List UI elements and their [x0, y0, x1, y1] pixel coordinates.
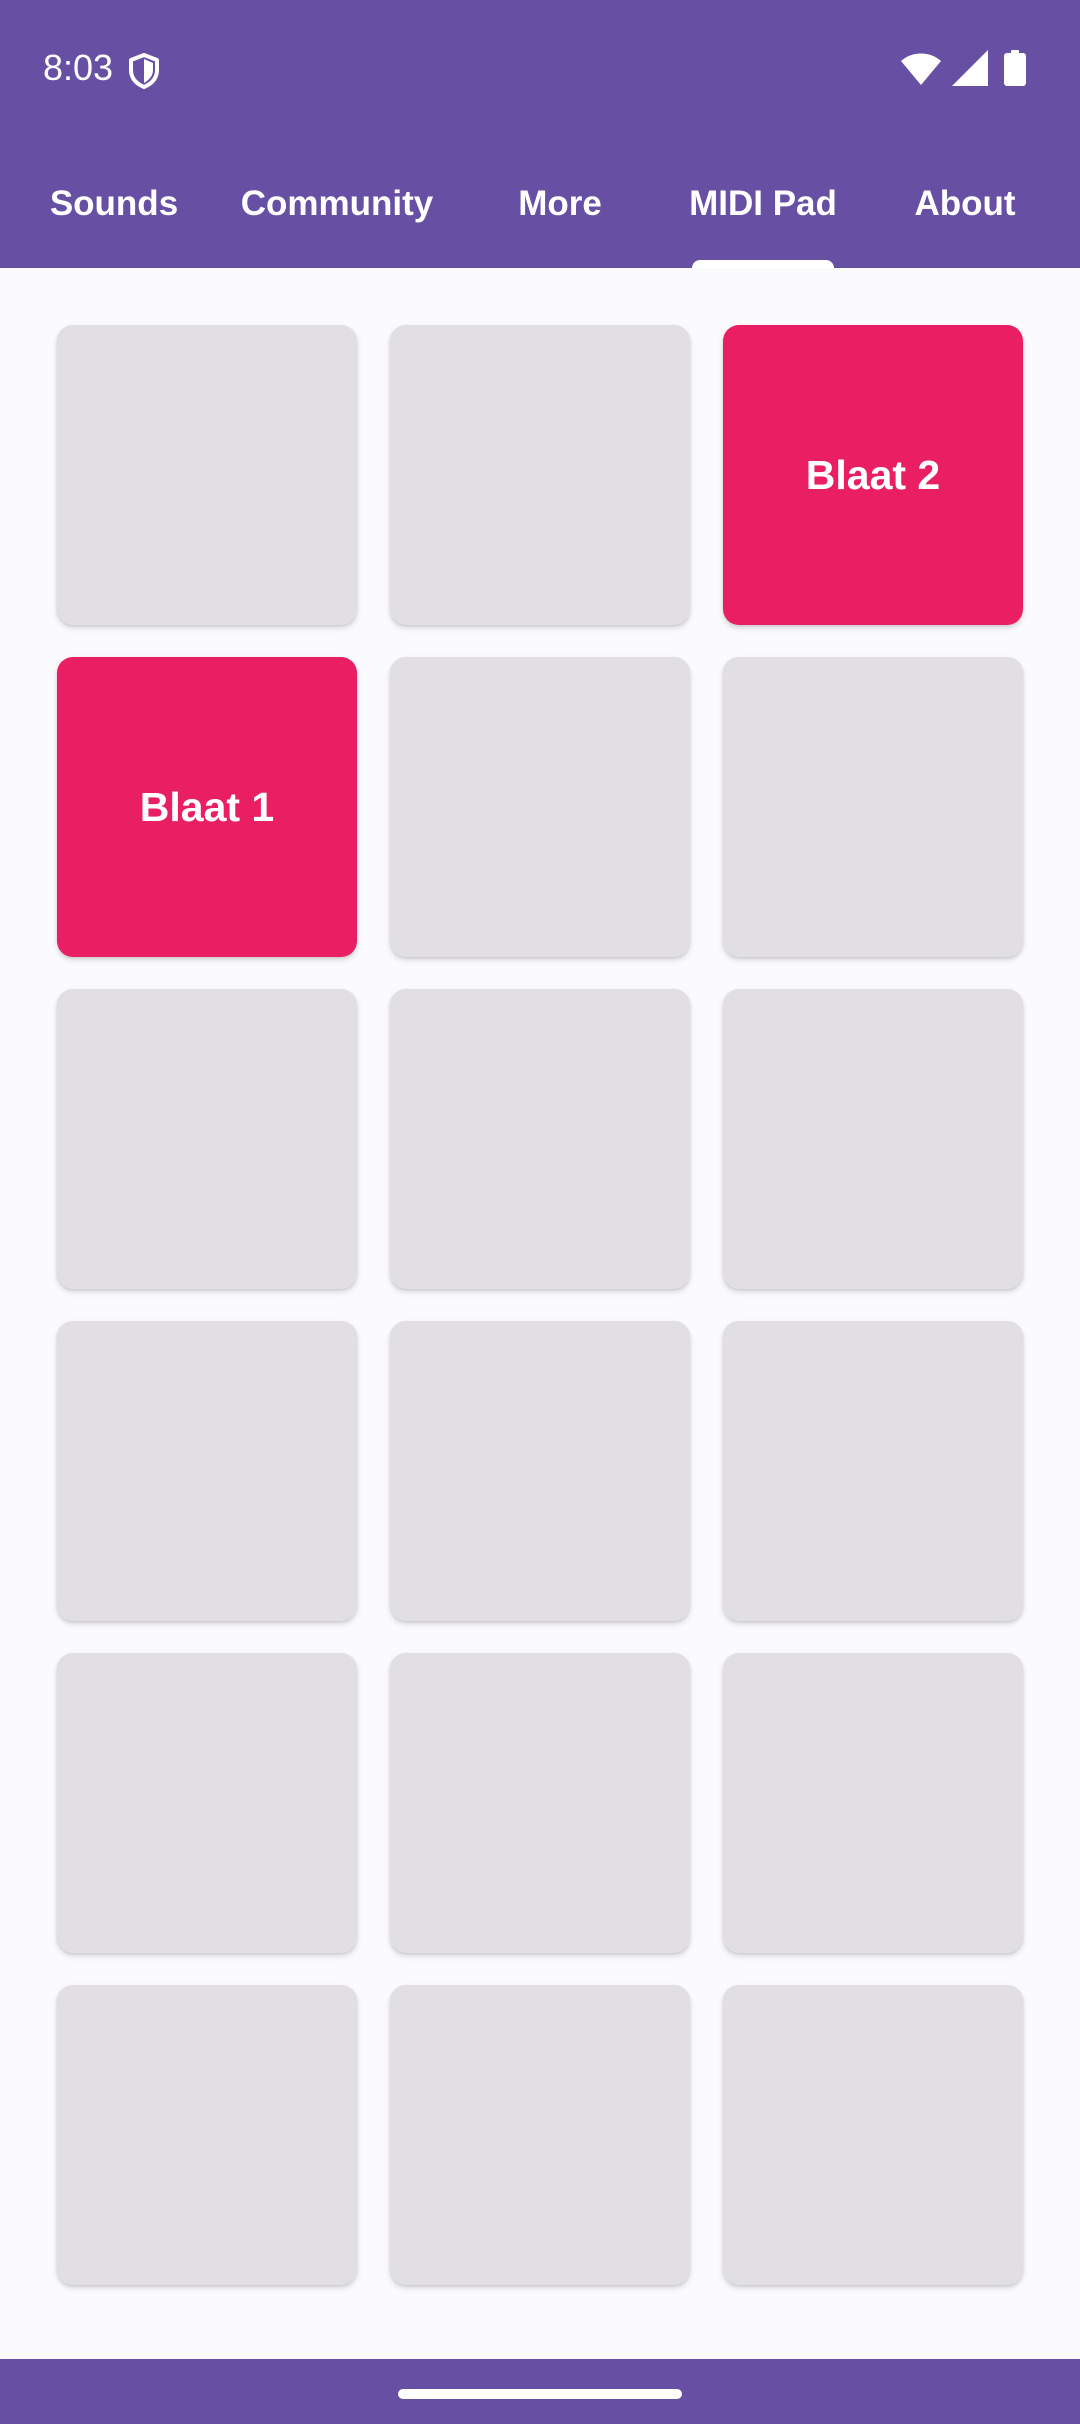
signal-icon	[952, 50, 988, 86]
midi-pad-1[interactable]	[57, 325, 357, 625]
home-gesture-handle[interactable]	[398, 2389, 682, 2399]
midi-pad-6[interactable]	[723, 657, 1023, 957]
midi-pad-14[interactable]	[390, 1653, 690, 1953]
battery-icon	[1004, 50, 1026, 86]
midi-pad-5[interactable]	[390, 657, 690, 957]
midi-pad-2[interactable]	[390, 325, 690, 625]
midi-pad-8[interactable]	[390, 989, 690, 1289]
midi-pad-11[interactable]	[390, 1321, 690, 1621]
midi-pad-9[interactable]	[723, 989, 1023, 1289]
midi-pad-15[interactable]	[723, 1653, 1023, 1953]
midi-pad-16[interactable]	[57, 1985, 357, 2285]
tab-more[interactable]: More	[480, 140, 640, 268]
midi-pad-13[interactable]	[57, 1653, 357, 1953]
status-time: 8:03	[43, 47, 114, 88]
midi-pad-4[interactable]: Blaat 1	[57, 657, 357, 957]
app-bar: 8:03 Sounds Community More MIDI Pad Abou…	[0, 0, 1080, 268]
tab-community[interactable]: Community	[222, 140, 452, 268]
tab-bar: Sounds Community More MIDI Pad About	[0, 140, 1080, 268]
tab-sounds[interactable]: Sounds	[14, 140, 214, 268]
midi-pad-3[interactable]: Blaat 2	[723, 325, 1023, 625]
tab-indicator	[692, 260, 834, 268]
tab-about[interactable]: About	[880, 140, 1050, 268]
tab-midi-pad[interactable]: MIDI Pad	[663, 140, 863, 268]
shield-icon	[129, 53, 159, 89]
status-icons	[900, 50, 1040, 90]
midi-pad-7[interactable]	[57, 989, 357, 1289]
midi-pad-18[interactable]	[723, 1985, 1023, 2285]
midi-pad-12[interactable]	[723, 1321, 1023, 1621]
system-nav-bar	[0, 2359, 1080, 2424]
wifi-icon	[901, 53, 941, 85]
midi-pad-10[interactable]	[57, 1321, 357, 1621]
midi-pad-17[interactable]	[390, 1985, 690, 2285]
midi-pad-grid: Blaat 2 Blaat 1	[57, 325, 1023, 2285]
status-bar: 8:03	[0, 0, 1080, 140]
